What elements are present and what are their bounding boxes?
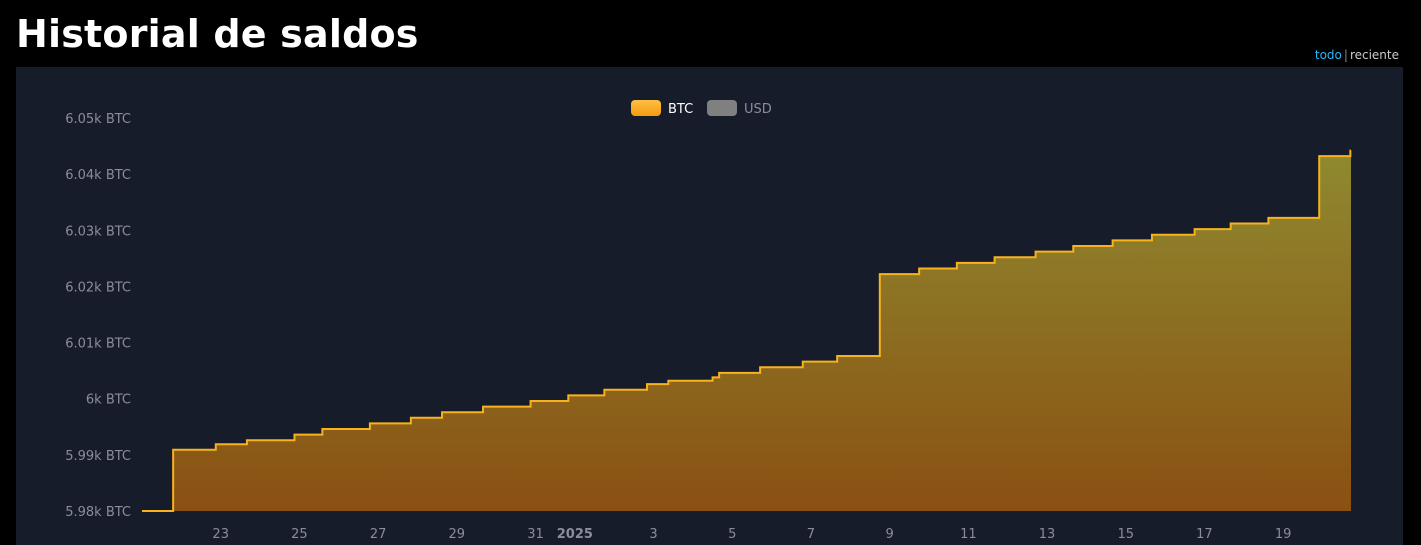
legend-swatch-btc (631, 100, 661, 116)
x-tick-label: 3 (649, 527, 657, 542)
range-all-link[interactable]: todo (1315, 48, 1342, 62)
legend-item-usd[interactable]: USD (707, 100, 772, 117)
x-tick-label: 31 (527, 527, 544, 542)
x-tick-label: 17 (1196, 527, 1213, 542)
x-tick-label: 27 (370, 527, 387, 542)
x-tick-label: 7 (807, 527, 815, 542)
y-tick-label: 6k BTC (86, 393, 131, 408)
range-recent-link[interactable]: reciente (1350, 48, 1399, 62)
balance-chart: 5.98k BTC 5.99k BTC 6k BTC 6.01k BTC 6.02k B… (65, 100, 1352, 542)
x-tick-label: 9 (886, 527, 894, 542)
range-separator: | (1343, 48, 1348, 62)
x-tick-label: 19 (1275, 527, 1292, 542)
x-tick-label: 29 (449, 527, 466, 542)
chart-legend: BTC USD (631, 100, 772, 117)
y-tick-label: 5.99k BTC (65, 449, 131, 464)
x-tick-label: 2025 (557, 527, 593, 542)
y-tick-label: 6.05k BTC (65, 112, 131, 127)
balance-chart-panel: 5.98k BTC 5.99k BTC 6k BTC 6.01k BTC 6.02k B… (16, 67, 1403, 545)
legend-label: BTC (668, 102, 693, 117)
x-tick-label: 23 (212, 527, 229, 542)
y-tick-label: 5.98k BTC (65, 505, 131, 520)
x-tick-label: 13 (1039, 527, 1056, 542)
x-tick-label: 5 (728, 527, 736, 542)
x-tick-label: 15 (1117, 527, 1134, 542)
x-tick-label: 25 (291, 527, 308, 542)
x-tick-label: 11 (960, 527, 977, 542)
y-tick-label: 6.01k BTC (65, 337, 131, 352)
y-tick-label: 6.02k BTC (65, 280, 131, 295)
y-tick-label: 6.04k BTC (65, 168, 131, 183)
legend-item-btc[interactable]: BTC (631, 100, 693, 117)
x-axis: 23 25 27 29 31 2025 3 5 7 9 11 13 15 17 19 (212, 527, 1291, 542)
legend-label: USD (744, 102, 772, 117)
page-title: Historial de saldos (16, 12, 419, 56)
legend-swatch-usd (707, 100, 737, 116)
range-toggle: todo | reciente (1315, 48, 1399, 62)
y-tick-label: 6.03k BTC (65, 224, 131, 239)
btc-balance-area (142, 150, 1351, 511)
y-axis: 5.98k BTC 5.99k BTC 6k BTC 6.01k BTC 6.02k B… (65, 112, 131, 520)
